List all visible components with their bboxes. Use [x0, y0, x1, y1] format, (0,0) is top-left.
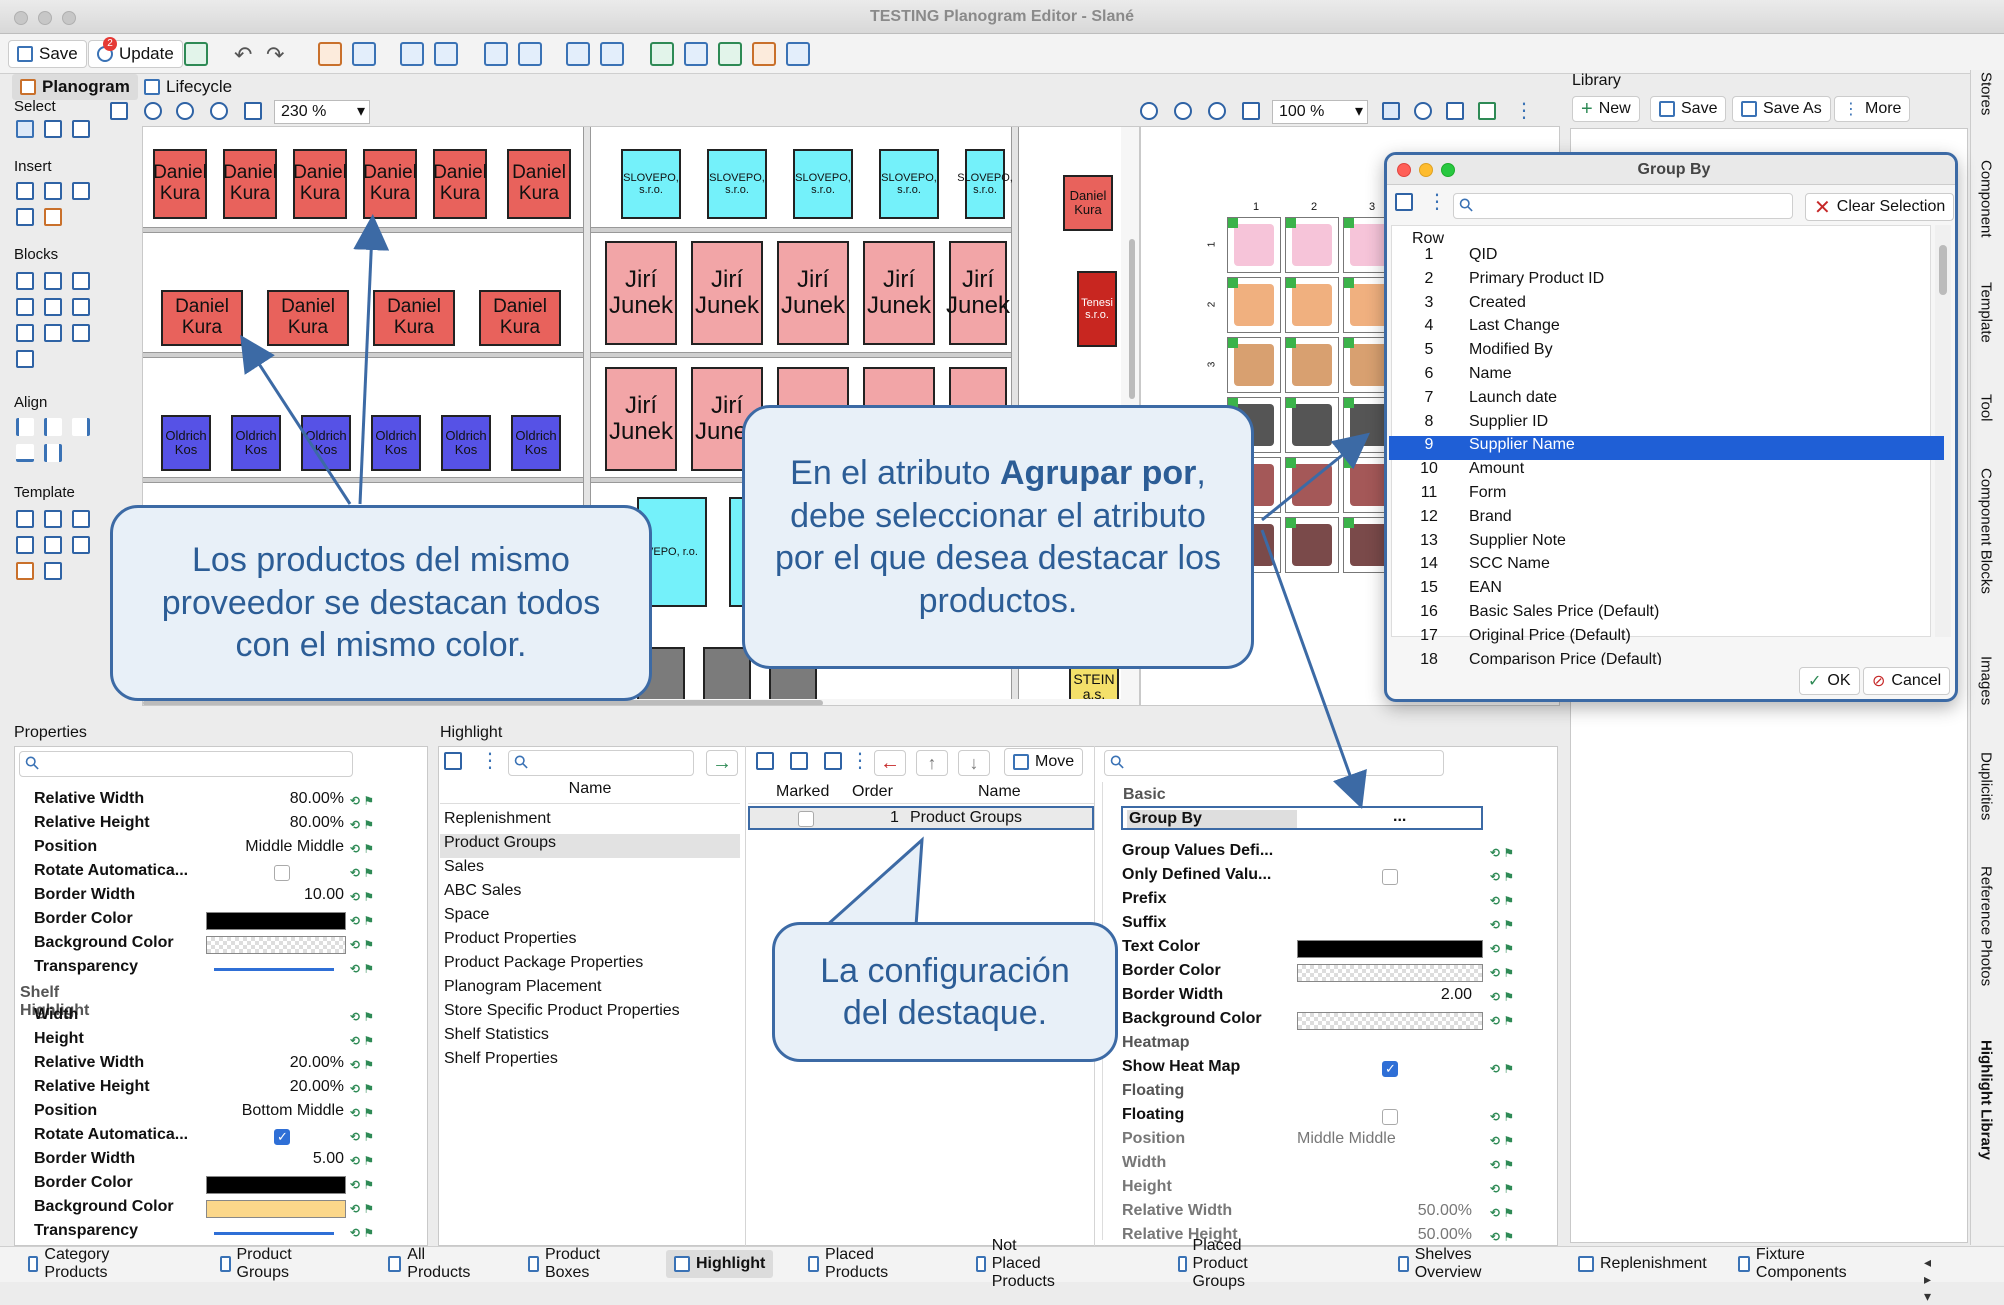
callout-middle: En el atributo Agrupar por, debe selecci… — [742, 405, 1254, 669]
arrow-line — [1261, 432, 1370, 522]
arrow-line — [353, 214, 390, 505]
callout-bottom: La configuración del destaque. — [772, 922, 1118, 1062]
arrow-line — [240, 334, 352, 505]
callout-left: Los productos del mismo proveedor se des… — [110, 505, 652, 701]
callout-middle-text: En el atributo Agrupar por, debe selecci… — [774, 454, 1222, 620]
callout-tail — [822, 836, 924, 928]
arrow-line — [1260, 529, 1367, 809]
